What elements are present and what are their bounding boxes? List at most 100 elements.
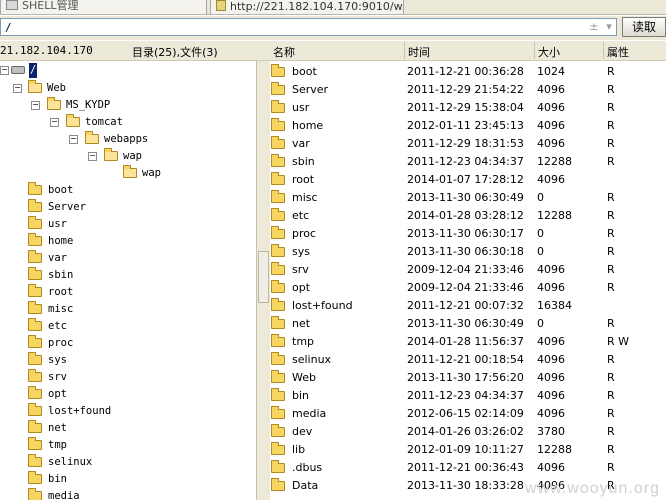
tree-node-label: Web [47,82,66,94]
tree-node-folder[interactable]: Server [0,199,140,216]
table-row[interactable]: home 2012-01-11 23:45:13 4096 R [270,117,666,135]
file-time: 2012-01-11 23:45:13 [407,119,524,132]
dropdown-arrow-icon[interactable]: ▾ [603,20,615,34]
file-name: srv [292,263,309,276]
collapse-icon[interactable]: − [31,101,40,110]
table-row[interactable]: bin 2011-12-23 04:34:37 4096 R [270,387,666,405]
tab-shell-manager[interactable]: SHELL管理 [0,0,207,14]
folder-icon [271,334,285,347]
tree-node-folder[interactable]: proc [0,335,140,352]
tree-node-root[interactable]: − / [0,62,60,79]
file-attr: R W [607,335,630,348]
tree-node-folder[interactable]: sbin [0,267,140,284]
tree-node-wap[interactable]: − wap [0,148,180,165]
tree-node-tomcat[interactable]: − tomcat [0,114,160,131]
file-name: tmp [292,335,315,348]
file-size: 4096 [537,407,565,420]
folder-icon [28,488,42,500]
table-row[interactable]: .dbus 2011-12-21 00:36:43 4096 R [270,459,666,477]
table-row[interactable]: net 2013-11-30 06:30:49 0 R [270,315,666,333]
table-row[interactable]: Web 2013-11-30 17:56:20 4096 R [270,369,666,387]
table-row[interactable]: tmp 2014-01-28 11:56:37 4096 R W [270,333,666,351]
file-name: proc [292,227,317,240]
table-row[interactable]: boot 2011-12-21 00:36:28 1024 R [270,63,666,81]
watermark: www.wooyun.org [525,480,660,497]
folder-icon [271,298,285,311]
collapse-icon[interactable]: − [13,84,22,93]
read-button[interactable]: 读取 [622,17,666,37]
folder-icon [28,335,42,348]
tab-label: http://221.182.104.170:9010/w... [230,0,404,13]
tree-node-folder[interactable]: var [0,250,140,267]
tree-node-folder[interactable]: root [0,284,140,301]
tree-node-webapps[interactable]: − webapps [0,131,180,148]
table-row[interactable]: dev 2014-01-26 03:26:02 3780 R [270,423,666,441]
col-size-header[interactable]: 大小 [538,44,560,60]
folder-open-icon [47,97,61,110]
tree-node-label: wap [123,150,142,162]
col-time-header[interactable]: 时间 [408,44,430,60]
tree-node-folder[interactable]: net [0,420,140,437]
table-row[interactable]: sys 2013-11-30 06:30:18 0 R [270,243,666,261]
tree-node-folder[interactable]: selinux [0,454,140,471]
tree-node-folder[interactable]: srv [0,369,140,386]
table-row[interactable]: lost+found 2011-12-21 00:07:32 16384 [270,297,666,315]
file-time: 2011-12-21 00:36:43 [407,461,524,474]
tree-node-folder[interactable]: boot [0,182,140,199]
tree-node-folder[interactable]: etc [0,318,140,335]
tree-node-folder[interactable]: home [0,233,140,250]
table-row[interactable]: Server 2011-12-29 21:54:22 4096 R [270,81,666,99]
file-name: .dbus [292,461,323,474]
col-attr-header[interactable]: 属性 [607,44,629,60]
tree-node-web[interactable]: − Web [0,80,120,97]
tree-node-folder[interactable]: usr [0,216,140,233]
tree-node-label: wap [142,167,161,179]
table-row[interactable]: sbin 2011-12-23 04:34:37 12288 R [270,153,666,171]
table-row[interactable]: selinux 2011-12-21 00:18:54 4096 R [270,351,666,369]
table-row[interactable]: opt 2009-12-04 21:33:46 4096 R [270,279,666,297]
folder-icon [271,370,285,383]
folder-icon [28,369,42,382]
tree-node-wap-leaf[interactable]: wap [0,165,200,182]
collapse-icon[interactable]: − [69,135,78,144]
folder-open-icon [123,165,137,178]
file-time: 2014-01-28 03:28:12 [407,209,524,222]
folder-icon [271,442,285,455]
file-name: boot [292,65,317,78]
tree-node-folder[interactable]: opt [0,386,140,403]
tree-node-folder[interactable]: bin [0,471,140,488]
tree-node-folder[interactable]: sys [0,352,140,369]
collapse-icon[interactable]: − [0,66,9,75]
table-row[interactable]: etc 2014-01-28 03:28:12 12288 R [270,207,666,225]
table-row[interactable]: root 2014-01-07 17:28:12 4096 [270,171,666,189]
col-name-header[interactable]: 名称 [273,44,295,60]
clear-icon[interactable]: ± [588,20,600,34]
table-row[interactable]: proc 2013-11-30 06:30:17 0 R [270,225,666,243]
table-row[interactable]: misc 2013-11-30 06:30:49 0 R [270,189,666,207]
pane-splitter[interactable] [256,61,271,500]
file-name: Server [292,83,329,96]
tree-node-label: Server [48,201,86,213]
collapse-icon[interactable]: − [88,152,97,161]
path-input[interactable] [0,18,617,36]
collapse-icon[interactable]: − [50,118,59,127]
tree-node-folder[interactable]: lost+found [0,403,140,420]
tree-node-ms-kydp[interactable]: − MS_KYDP [0,97,140,114]
table-row[interactable]: lib 2012-01-09 10:11:27 12288 R [270,441,666,459]
table-row[interactable]: var 2011-12-29 18:31:53 4096 R [270,135,666,153]
folder-icon [271,208,285,221]
file-size: 4096 [537,389,565,402]
table-row[interactable]: usr 2011-12-29 15:38:04 4096 R [270,99,666,117]
col-divider [534,42,535,59]
dir-file-count: 目录(25),文件(3) [132,46,218,59]
file-time: 2012-01-09 10:11:27 [407,443,524,456]
table-row[interactable]: media 2012-06-15 02:14:09 4096 R [270,405,666,423]
tree-node-folder[interactable]: tmp [0,437,140,454]
table-row[interactable]: srv 2009-12-04 21:33:46 4096 R [270,261,666,279]
tree-node-folder[interactable]: media [0,488,140,500]
tree-node-folder[interactable]: misc [0,301,140,318]
file-attr: R [607,227,615,240]
splitter-grip[interactable] [258,251,269,303]
tab-target-url[interactable]: http://221.182.104.170:9010/w... [210,0,404,14]
file-size: 0 [537,191,544,204]
